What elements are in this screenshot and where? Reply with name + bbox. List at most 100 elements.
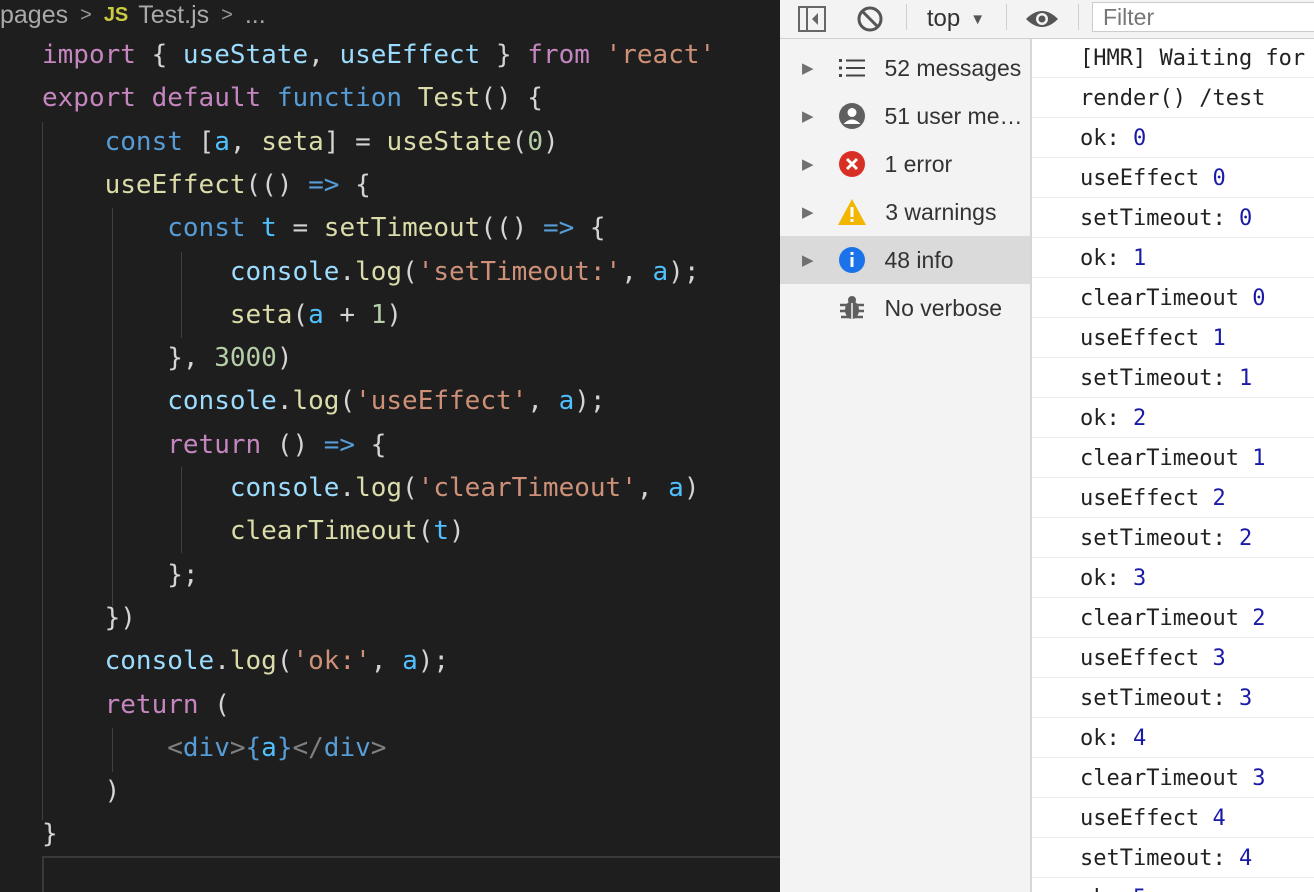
code-line[interactable]: console.log('ok:', a); [42, 640, 449, 683]
code-line[interactable]: console.log('setTimeout:', a); [42, 251, 700, 294]
console-message-text: clearTimeout [1080, 766, 1253, 791]
code-token: div [182, 732, 230, 763]
console-message[interactable]: clearTimeout 3 [1032, 759, 1314, 798]
code-line[interactable]: seta(a + 1) [42, 294, 402, 337]
code-token: a [668, 473, 684, 503]
code-line[interactable]: return () => { [42, 424, 386, 467]
sidebar-item-warning[interactable]: ▶ 3 warnings [780, 188, 1030, 236]
code-token: > [229, 732, 246, 763]
code-line[interactable]: }, 3000) [42, 337, 292, 380]
console-message[interactable]: useEffect 0 [1032, 159, 1314, 198]
console-message-value: 4 [1132, 726, 1147, 751]
console-message[interactable]: ok: 5 [1032, 879, 1314, 892]
sidebar-toggle-icon[interactable] [794, 0, 830, 38]
code-editor[interactable]: pages > JS Test.js > ... import { useSta… [0, 0, 780, 892]
code-line[interactable]: const [a, seta] = useState(0) [42, 121, 559, 164]
sidebar-item-label: 48 info [884, 246, 954, 273]
console-message[interactable]: useEffect 2 [1032, 479, 1314, 518]
code-line[interactable]: import { useState, useEffect } from 'rea… [42, 34, 715, 77]
expand-arrow-icon[interactable]: ▶ [802, 59, 823, 77]
console-message[interactable]: render() /test [1032, 79, 1314, 118]
console-message[interactable]: clearTimeout 0 [1032, 279, 1314, 318]
code-token: log [355, 473, 403, 503]
breadcrumb-folder[interactable]: pages [0, 1, 68, 30]
expand-arrow-icon[interactable]: ▶ [802, 203, 823, 221]
console-message[interactable]: ok: 4 [1032, 719, 1314, 758]
code-line[interactable]: clearTimeout(t) [42, 510, 465, 553]
console-message-text: clearTimeout [1080, 286, 1253, 311]
console-message-text: useEffect [1080, 486, 1213, 511]
console-message[interactable]: setTimeout: 4 [1032, 839, 1314, 878]
sidebar-item-info[interactable]: ▶ 48 info [780, 236, 1030, 284]
code-token: log [292, 386, 340, 417]
code-line[interactable]: }; [42, 554, 198, 597]
code-token: return [167, 429, 262, 460]
code-token: import [42, 40, 136, 70]
code-line[interactable]: } [42, 813, 58, 856]
context-label: top [926, 5, 961, 32]
console-message[interactable]: useEffect 4 [1032, 799, 1314, 838]
code-token: useState [182, 40, 309, 70]
console-message-text: ok: [1080, 246, 1133, 271]
expand-arrow-icon[interactable]: ▶ [802, 107, 823, 125]
code-line[interactable]: <div>{a}</div> [42, 727, 386, 770]
code-token: 'ok:' [292, 646, 371, 677]
code-line[interactable]: console.log('useEffect', a); [42, 380, 606, 423]
console-message[interactable]: clearTimeout 1 [1032, 439, 1314, 478]
breadcrumb-more[interactable]: ... [245, 1, 266, 30]
code-line[interactable]: ) [42, 770, 121, 813]
code-token: 'setTimeout:' [417, 256, 622, 287]
code-token: export [42, 83, 136, 114]
console-message-text: setTimeout: [1080, 366, 1239, 391]
expand-arrow-icon[interactable]: ▶ [802, 251, 823, 269]
code-line[interactable]: export default function Test() { [42, 77, 543, 120]
code-token: . [339, 256, 356, 287]
sidebar-item-error[interactable]: ▶ 1 error [780, 140, 1030, 188]
context-selector[interactable]: top ▼ [916, 0, 996, 38]
console-message[interactable]: ok: 0 [1032, 119, 1314, 158]
code-token: }, [42, 343, 215, 374]
expand-arrow-icon[interactable]: ▶ [802, 155, 823, 173]
sidebar-item-user[interactable]: ▶ 51 user messages [780, 92, 1030, 140]
console-message-text: clearTimeout [1080, 606, 1253, 631]
console-message[interactable]: ok: 1 [1032, 239, 1314, 278]
console-sidebar: ▶ 52 messages ▶ 51 user messages ▶ 1 error ▶ 3 … [780, 39, 1032, 892]
code-token: function [276, 83, 403, 114]
console-message[interactable]: setTimeout: 0 [1032, 199, 1314, 238]
code-token: ); [574, 386, 606, 417]
console-message[interactable]: setTimeout: 2 [1032, 519, 1314, 558]
console-message[interactable]: clearTimeout 2 [1032, 599, 1314, 638]
chevron-right-icon: > [221, 3, 233, 26]
code-token: clearTimeout [229, 516, 418, 547]
filter-input[interactable] [1101, 2, 1305, 32]
sidebar-item-bug[interactable]: No verbose [780, 284, 1030, 332]
console-message[interactable]: setTimeout: 3 [1032, 679, 1314, 718]
code-line[interactable]: console.log('clearTimeout', a) [42, 467, 700, 510]
console-message[interactable]: [HMR] Waiting for update signal from WDS… [1032, 39, 1314, 78]
console-message[interactable]: useEffect 3 [1032, 639, 1314, 678]
console-message[interactable]: setTimeout: 1 [1032, 359, 1314, 398]
code-token: ) [542, 126, 559, 157]
breadcrumb-file[interactable]: Test.js [138, 1, 209, 30]
live-expression-eye-icon[interactable] [1022, 0, 1062, 38]
sidebar-item-list[interactable]: ▶ 52 messages [780, 44, 1030, 92]
console-message-value: 0 [1238, 206, 1253, 231]
code-line[interactable]: const t = setTimeout(() => { [42, 207, 605, 250]
code-line[interactable]: return ( [42, 684, 230, 727]
code-token: ( [511, 126, 528, 157]
code-line[interactable]: }) [42, 597, 136, 640]
console-message[interactable]: ok: 3 [1032, 559, 1314, 598]
console-message-value: 0 [1212, 166, 1226, 191]
console-message[interactable]: ok: 2 [1032, 399, 1314, 438]
clear-console-icon[interactable] [852, 0, 888, 38]
code-line[interactable]: useEffect(() => { [42, 164, 371, 207]
code-token: => [323, 429, 356, 460]
code-token: => [308, 169, 340, 200]
console-message-text: ok: [1080, 726, 1133, 751]
code-token: => [542, 213, 575, 244]
console-message[interactable]: useEffect 1 [1032, 319, 1314, 358]
console-messages[interactable]: [HMR] Waiting for update signal from WDS… [1032, 39, 1314, 892]
